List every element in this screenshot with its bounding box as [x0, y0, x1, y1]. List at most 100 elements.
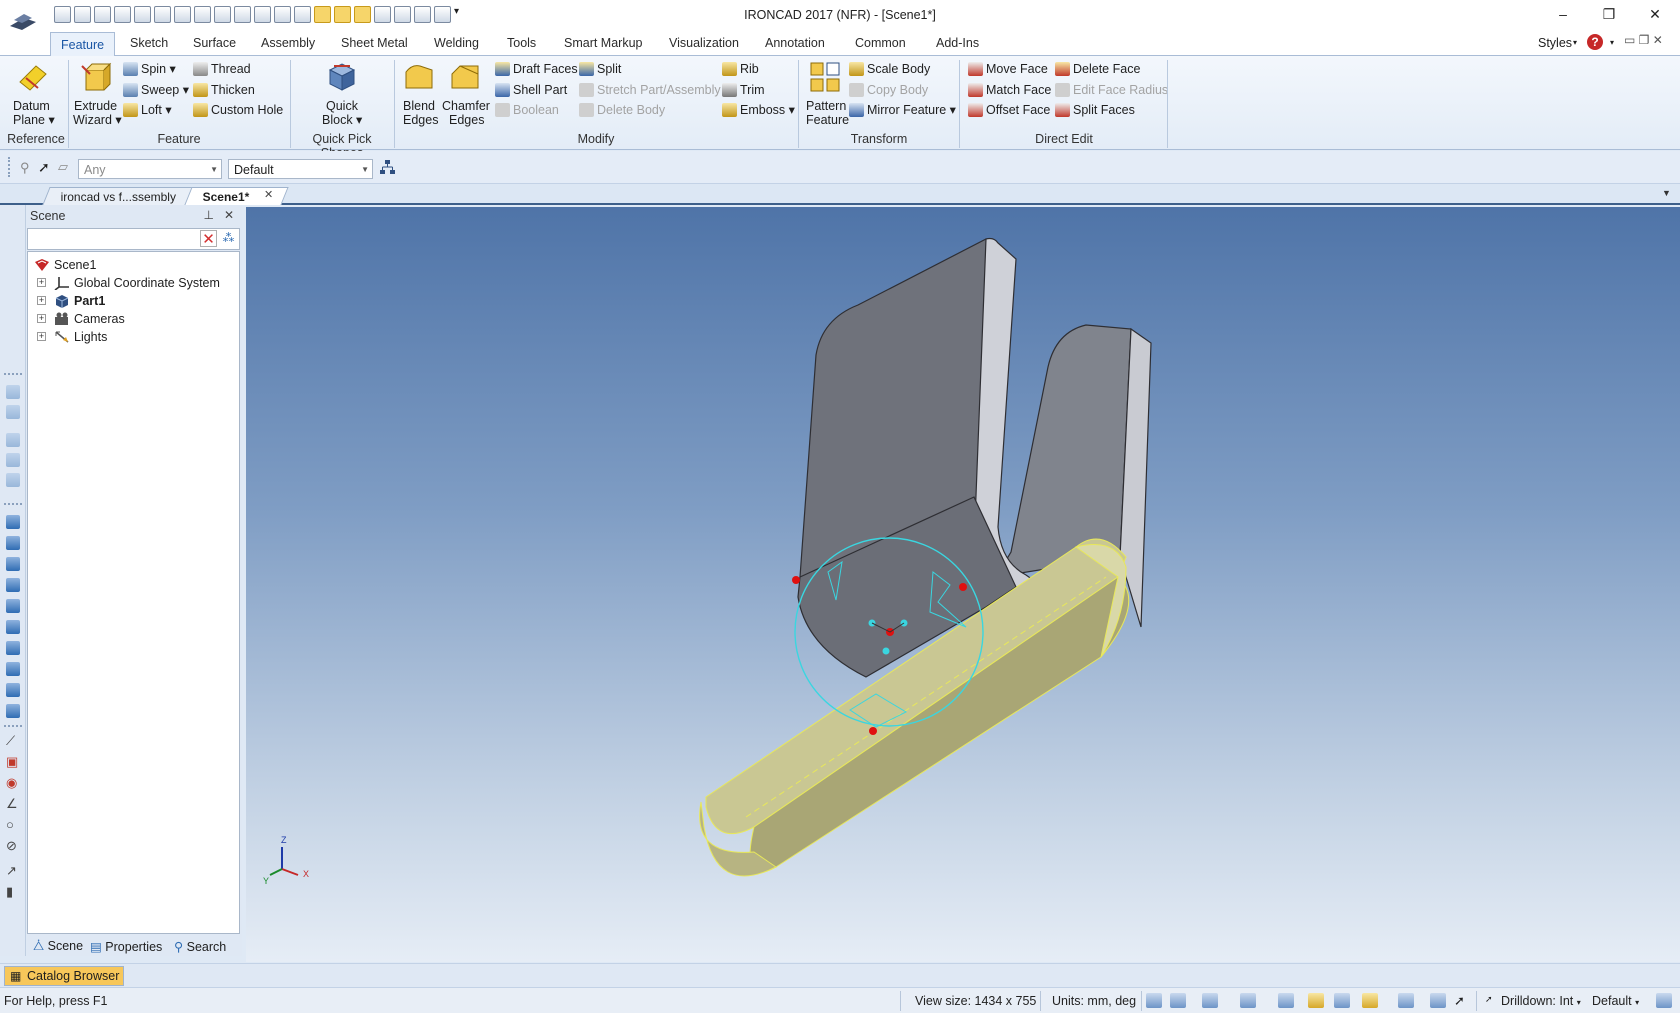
- expand-icon[interactable]: +: [37, 332, 46, 341]
- tab-sheet-metal[interactable]: Sheet Metal: [341, 36, 408, 50]
- quick-block-button-line2[interactable]: Block ▾: [322, 113, 362, 127]
- properties-tab[interactable]: ▤ Properties: [90, 939, 162, 954]
- highlight-icon[interactable]: [1362, 993, 1378, 1008]
- tree-node-cameras[interactable]: + Cameras: [28, 310, 239, 328]
- tab-visualization[interactable]: Visualization: [669, 36, 739, 50]
- measure-icon[interactable]: ⟋: [6, 733, 15, 749]
- restore-button[interactable]: ❐: [1594, 6, 1624, 23]
- scene-tab[interactable]: ⧊ Scene: [33, 939, 83, 954]
- clear-filter-icon[interactable]: ✕: [200, 230, 217, 248]
- status-style-combo[interactable]: Default ▾: [1592, 994, 1639, 1008]
- glasses-icon[interactable]: [1334, 993, 1350, 1008]
- doc-tab-ironcad-vs-assembly[interactable]: ironcad vs f...ssembly: [42, 187, 196, 205]
- pointer-icon[interactable]: ➚: [1454, 993, 1470, 1008]
- view-tool-5-icon[interactable]: [6, 473, 20, 487]
- scene-options-icon[interactable]: [1398, 993, 1414, 1008]
- view-cube-icon[interactable]: [1202, 993, 1218, 1008]
- chamfer-button[interactable]: Chamfer: [442, 99, 490, 113]
- select-pointer-icon[interactable]: ➚: [38, 159, 50, 176]
- tab-feature[interactable]: Feature: [50, 32, 116, 57]
- delete-body-button[interactable]: Delete Body: [597, 103, 665, 117]
- search-tab[interactable]: ⚲ Search: [174, 939, 226, 954]
- part-selection-icon[interactable]: [1278, 993, 1294, 1008]
- slash-circle-icon[interactable]: ⊘: [6, 838, 17, 854]
- drilldown-combo[interactable]: Drilldown: Int ▾: [1501, 994, 1581, 1008]
- text-arc-icon[interactable]: ↗: [6, 863, 17, 879]
- extrude-wizard-button[interactable]: Wizard ▾: [73, 113, 122, 127]
- move-face-button[interactable]: Move Face: [986, 62, 1048, 76]
- hierarchy-icon[interactable]: [379, 159, 396, 176]
- right-view-icon[interactable]: [6, 578, 20, 592]
- shell-part-button[interactable]: Shell Part: [513, 83, 567, 97]
- zoom-icon[interactable]: [1146, 993, 1162, 1008]
- mirror-feature-button[interactable]: Mirror Feature ▾: [867, 103, 956, 117]
- pin-icon[interactable]: ⊥: [203, 208, 213, 222]
- trimetric-view-icon[interactable]: [6, 683, 20, 697]
- view-tool-2-icon[interactable]: [6, 405, 20, 419]
- 3d-viewport[interactable]: Z Y X: [246, 207, 1680, 962]
- tree-node-lights[interactable]: + Lights: [28, 328, 239, 346]
- expand-icon[interactable]: +: [37, 296, 46, 305]
- copy-body-button[interactable]: Copy Body: [867, 83, 928, 97]
- status-settings-icon[interactable]: [1656, 993, 1672, 1008]
- draft-faces-button[interactable]: Draft Faces: [513, 62, 578, 76]
- style-combo[interactable]: Default ▼: [228, 159, 373, 179]
- scale-bar-icon[interactable]: ▮: [6, 884, 13, 900]
- front-view-icon[interactable]: [6, 515, 20, 529]
- view-tool-4-icon[interactable]: [6, 453, 20, 467]
- delete-face-button[interactable]: Delete Face: [1073, 62, 1140, 76]
- tab-surface[interactable]: Surface: [193, 36, 236, 50]
- view-tool-1-icon[interactable]: [6, 385, 20, 399]
- tab-add-ins[interactable]: Add-Ins: [936, 36, 979, 50]
- render-mode-icon[interactable]: [1240, 993, 1256, 1008]
- tab-annotation[interactable]: Annotation: [765, 36, 825, 50]
- split-button[interactable]: Split: [597, 62, 621, 76]
- trim-button[interactable]: Trim: [740, 83, 765, 97]
- ribbon-window-controls[interactable]: ▭ ❐ ✕: [1624, 33, 1663, 47]
- tree-node-part1[interactable]: + Part1: [28, 292, 239, 310]
- select-faces-icon[interactable]: ▱: [58, 159, 68, 175]
- styles-menu[interactable]: Styles: [1538, 36, 1572, 50]
- drilldown-pointer-icon[interactable]: ➚: [1485, 994, 1493, 1005]
- angle-icon[interactable]: ∠: [6, 796, 18, 812]
- extrude-button[interactable]: Extrude: [74, 99, 117, 113]
- stretch-part-assembly-button[interactable]: Stretch Part/Assembly: [597, 83, 721, 97]
- sweep-button[interactable]: Sweep ▾: [141, 83, 189, 97]
- rib-button[interactable]: Rib: [740, 62, 759, 76]
- custom-hole-button[interactable]: Custom Hole: [211, 103, 283, 117]
- close-button[interactable]: ✕: [1640, 6, 1670, 23]
- tab-common[interactable]: Common: [855, 36, 906, 50]
- tab-smart-markup[interactable]: Smart Markup: [564, 36, 643, 50]
- tree-node-scene1[interactable]: Scene1: [28, 256, 239, 274]
- pattern-button[interactable]: Pattern: [806, 99, 846, 113]
- pan-icon[interactable]: [1430, 993, 1446, 1008]
- light-red-icon[interactable]: ◉: [6, 775, 17, 791]
- left-view-icon[interactable]: [6, 557, 20, 571]
- filter-options-icon[interactable]: ⁂: [220, 230, 237, 247]
- scale-body-button[interactable]: Scale Body: [867, 62, 930, 76]
- minimize-button[interactable]: –: [1548, 6, 1578, 22]
- boolean-button[interactable]: Boolean: [513, 103, 559, 117]
- quick-block-button[interactable]: Quick: [326, 99, 358, 113]
- tab-assembly[interactable]: Assembly: [261, 36, 315, 50]
- tab-list-dropdown-icon[interactable]: ▼: [1662, 188, 1671, 198]
- thread-button[interactable]: Thread: [211, 62, 251, 76]
- top-view-icon[interactable]: [6, 599, 20, 613]
- selection-filter-combo[interactable]: Any ▼: [78, 159, 222, 179]
- catalog-browser-button[interactable]: ▦ Catalog Browser: [4, 966, 125, 986]
- datum-plane-button-line2[interactable]: Plane ▾: [13, 113, 55, 127]
- help-button[interactable]: ?: [1587, 34, 1603, 50]
- circle-icon[interactable]: ○: [6, 817, 14, 832]
- expand-icon[interactable]: +: [37, 314, 46, 323]
- expand-icon[interactable]: +: [37, 278, 46, 287]
- select-parts-icon[interactable]: ⚲: [20, 160, 30, 176]
- shaded-icon[interactable]: [1308, 993, 1324, 1008]
- close-panel-icon[interactable]: ✕: [224, 208, 234, 222]
- match-face-button[interactable]: Match Face: [986, 83, 1051, 97]
- tab-sketch[interactable]: Sketch: [130, 36, 168, 50]
- split-faces-button[interactable]: Split Faces: [1073, 103, 1135, 117]
- tab-welding[interactable]: Welding: [434, 36, 479, 50]
- scene-filter-box[interactable]: ✕ ⁂: [27, 228, 240, 250]
- pattern-feature-button[interactable]: Feature: [806, 113, 849, 127]
- zoom-fit-icon[interactable]: [1170, 993, 1186, 1008]
